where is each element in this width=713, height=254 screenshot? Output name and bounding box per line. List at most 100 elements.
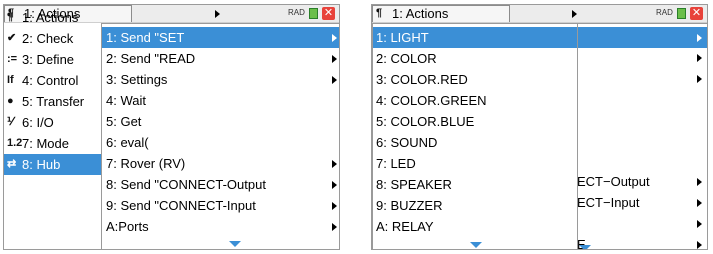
submenu-item-label: 5: Get — [106, 114, 142, 129]
submenu-item-label: 6: SOUND — [376, 135, 438, 150]
submenu-item-label: A: RELAY — [376, 219, 434, 234]
chevron-right-icon — [697, 241, 702, 249]
scroll-down-icon[interactable] — [579, 245, 591, 249]
angle-mode-indicator: RAD — [656, 8, 673, 17]
tab-scroll-arrow-icon[interactable] — [572, 10, 577, 18]
submenu-item[interactable]: 3: Settings — [102, 69, 339, 90]
main-menu-item-label: 2: Check — [22, 31, 74, 46]
submenu-item[interactable]: 7: Rover (RV) — [102, 153, 339, 174]
submenu-item-label: 7: LED — [376, 156, 416, 171]
submenu-item[interactable]: 1: LIGHT — [373, 27, 577, 48]
submenu-item-label: 7: Rover (RV) — [106, 156, 186, 171]
submenu-item-label: 3: Settings — [106, 72, 168, 87]
chevron-right-icon — [697, 75, 702, 83]
underlying-item-fragment: ECT−Output — [577, 174, 650, 189]
submenu-item[interactable]: 1: Send "SET — [102, 27, 339, 48]
document-icon: ¶ — [376, 7, 383, 19]
submenu-item-label: 8: SPEAKER — [376, 177, 452, 192]
submenu-item[interactable]: 3: COLOR.RED — [373, 69, 577, 90]
left-calculator-screen: ¶ 1: Actions RAD ✕ ¶ 1: Actions ✔ 2: Check:… — [3, 4, 340, 250]
main-menu-item[interactable]: ● 5: Transfer — [4, 91, 101, 112]
close-icon[interactable]: ✕ — [690, 7, 703, 20]
main-menu-item-label: 6: I/O — [22, 115, 54, 130]
main-menu-item[interactable]: ✔ 2: Check — [4, 28, 101, 49]
close-icon[interactable]: ✕ — [322, 7, 335, 20]
submenu-item[interactable]: 9: Send "CONNECT-Input — [102, 195, 339, 216]
submenu-item-label: 4: COLOR.GREEN — [376, 93, 487, 108]
submenu-item-label: 1: LIGHT — [376, 30, 429, 45]
main-menu-item[interactable]: ¶ 1: Actions — [4, 7, 101, 28]
underlying-item-fragment: ECT−Input — [577, 195, 640, 210]
main-menu-item[interactable]: ⅟ 6: I/O — [4, 112, 101, 133]
submenu-item[interactable]: 8: Send "CONNECT-Output — [102, 174, 339, 195]
mode-icon: 1.2 — [7, 137, 23, 149]
tab-label: 1: Actions — [392, 6, 449, 21]
chevron-right-icon — [332, 181, 337, 189]
submenu-item[interactable]: 5: Get — [102, 111, 339, 132]
main-menu-item-label: 8: Hub — [22, 157, 61, 172]
submenu-item[interactable]: 2: COLOR — [373, 48, 577, 69]
submenu-panel: 1: Send "SET 2: Send "READ 3: Settings 4: W… — [101, 23, 339, 249]
submenu-item-label: 9: Send "CONNECT-Input — [106, 198, 256, 213]
chevron-right-icon — [697, 199, 702, 207]
submenu-item-label: 2: Send "READ — [106, 51, 196, 66]
chevron-right-icon — [332, 202, 337, 210]
main-menu-item-label: 5: Transfer — [22, 94, 85, 109]
define-icon: := — [7, 53, 18, 65]
tab-scroll-arrow-icon[interactable] — [215, 10, 220, 18]
actions-icon: ¶ — [7, 11, 14, 23]
submenu-item[interactable]: 6: SOUND — [373, 132, 577, 153]
transfer-icon: ● — [7, 95, 14, 107]
submenu-item-label: 8: Send "CONNECT-Output — [106, 177, 266, 192]
main-menu-item[interactable]: := 3: Define — [4, 49, 101, 70]
title-bar: ¶ 1: Actions RAD ✕ — [372, 5, 707, 23]
chevron-right-icon — [697, 178, 702, 186]
chevron-right-icon — [697, 34, 702, 42]
scroll-down-icon[interactable] — [229, 241, 241, 247]
submenu-item-label: 3: COLOR.RED — [376, 72, 468, 87]
underlying-selected-row — [577, 27, 707, 48]
submenu-item-label: 2: COLOR — [376, 51, 437, 66]
io-icon: ⅟ — [7, 116, 14, 128]
chevron-right-icon — [332, 223, 337, 231]
chevron-right-icon — [332, 34, 337, 42]
scroll-down-icon[interactable] — [470, 242, 482, 248]
submenu-item[interactable]: 7: LED — [373, 153, 577, 174]
submenu-item-label: 5: COLOR.BLUE — [376, 114, 475, 129]
main-menu-item[interactable]: 1.2 7: Mode — [4, 133, 101, 154]
battery-icon — [677, 8, 686, 19]
submenu-item[interactable]: 5: COLOR.BLUE — [373, 111, 577, 132]
submenu-item-label: 6: eval( — [106, 135, 149, 150]
submenu-item[interactable]: 2: Send "READ — [102, 48, 339, 69]
submenu-item-label: 1: Send "SET — [106, 30, 185, 45]
right-calculator-screen: ¶ 1: Actions RAD ✕ ECT−Output ECT−Input … — [371, 4, 708, 250]
submenu-item[interactable]: 6: eval( — [102, 132, 339, 153]
check-icon: ✔ — [7, 32, 17, 44]
submenu-item-label: 4: Wait — [106, 93, 146, 108]
chevron-right-icon — [697, 220, 702, 228]
chevron-right-icon — [332, 160, 337, 168]
submenu-item[interactable]: 4: Wait — [102, 90, 339, 111]
submenu-item[interactable]: A: RELAY — [373, 216, 577, 237]
chevron-right-icon — [332, 76, 337, 84]
submenu-item[interactable]: A:Ports — [102, 216, 339, 237]
submenu-item[interactable]: 8: SPEAKER — [373, 174, 577, 195]
main-menu-item-label: 3: Define — [22, 52, 75, 67]
main-menu-item-label: 1: Actions — [22, 10, 79, 25]
hub-icon: ⇄ — [7, 158, 17, 170]
main-menu-item-label: 7: Mode — [22, 136, 69, 151]
main-menu-item[interactable]: If 4: Control — [4, 70, 101, 91]
submenu-item[interactable]: 4: COLOR.GREEN — [373, 90, 577, 111]
control-icon: If — [7, 74, 14, 86]
angle-mode-indicator: RAD — [288, 8, 305, 17]
chevron-right-icon — [697, 54, 702, 62]
underlying-submenu: ECT−Output ECT−Input E — [577, 23, 707, 249]
hub-device-submenu: 1: LIGHT 2: COLOR 3: COLOR.RED 4: COLOR.GRE… — [372, 23, 578, 249]
main-menu-item-label: 4: Control — [22, 73, 79, 88]
submenu-item[interactable]: 9: BUZZER — [373, 195, 577, 216]
chevron-right-icon — [332, 55, 337, 63]
main-menu-item[interactable]: ⇄ 8: Hub — [4, 154, 101, 175]
submenu-item-label: A:Ports — [106, 219, 149, 234]
submenu-item-label: 9: BUZZER — [376, 198, 443, 213]
battery-icon — [309, 8, 318, 19]
